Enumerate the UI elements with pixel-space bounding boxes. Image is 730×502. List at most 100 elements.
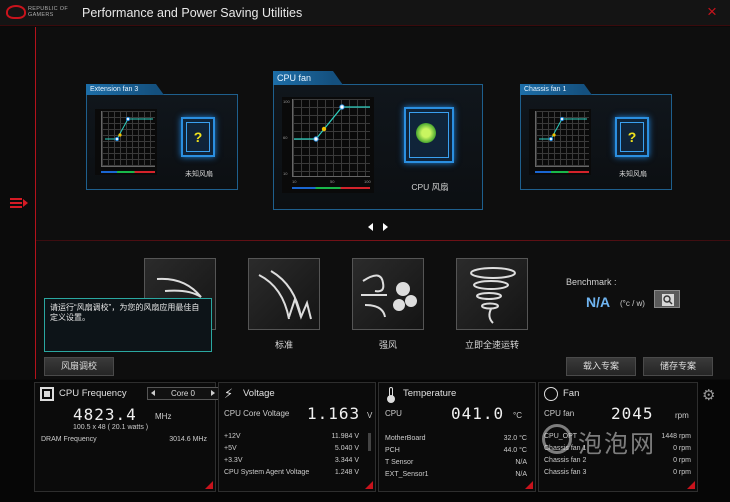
fan-name-label: CPU 风扇	[411, 182, 449, 192]
x-tick: 100	[364, 179, 371, 184]
lightning-icon: ⚡	[224, 386, 234, 401]
fan-card-cpu[interactable]: CPU fan 100 60 10 10 50 100 CPU 风扇	[273, 71, 483, 210]
fan-card-tab: Chassis fan 1	[520, 84, 593, 95]
next-arrow-icon[interactable]	[383, 223, 388, 231]
voltage-row-value: 3.344 V	[334, 457, 359, 464]
benchmark-label: Benchmark :	[566, 277, 617, 287]
temp-row-label: EXT_Sensor1	[385, 471, 429, 478]
expand-corner-icon[interactable]	[205, 481, 213, 489]
fan-row-value: 0 rpm	[673, 469, 691, 476]
mode-full-speed-label: 立即全速运转	[464, 340, 519, 350]
x-tick: 50	[330, 179, 335, 184]
temp-row-value: N/A	[515, 459, 527, 466]
core-select[interactable]: Core 0	[147, 387, 219, 400]
fan-curve-graph: 100 60 10 10 50 100	[282, 97, 374, 193]
fan-carousel-nav	[365, 222, 393, 232]
fan-card-extension-3[interactable]: Extension fan 3 ? 未知风扇	[86, 84, 238, 190]
wind-turbo-icon	[361, 274, 417, 318]
benchmark-button[interactable]	[654, 290, 680, 308]
tornado-icon	[470, 267, 516, 324]
save-profile-button[interactable]: 储存专案	[643, 357, 713, 376]
load-profile-button[interactable]: 载入专案	[566, 357, 636, 376]
cpu-core-voltage-label: CPU Core Voltage	[224, 409, 290, 418]
cpu-temp-unit: °C	[513, 411, 522, 420]
expand-corner-icon[interactable]	[687, 481, 695, 489]
prev-arrow-icon[interactable]	[368, 223, 373, 231]
voltage-row-label: +12V	[224, 433, 241, 440]
cpu-fan-label: CPU fan	[544, 409, 575, 418]
benchmark-value: N/A	[586, 294, 611, 310]
mode-turbo-button[interactable]	[352, 258, 424, 330]
cpu-temp-value: 041.0	[451, 404, 505, 423]
fan-card-tab: CPU fan	[273, 71, 344, 85]
logo-text: REPUBLIC OF GAMERS	[28, 6, 68, 18]
voltage-row-label: +5V	[224, 445, 237, 452]
cpu-fan-icon	[404, 107, 454, 163]
cpu-frequency-panel[interactable]: CPU Frequency Core 0 4823.4 MHz 100.5 x …	[34, 382, 219, 492]
cpu-core-voltage-value: 1.163	[307, 404, 361, 423]
temperature-title: Temperature	[403, 388, 457, 399]
mode-full-speed-button[interactable]	[456, 258, 528, 330]
voltage-panel[interactable]: ⚡ Voltage CPU Core Voltage 1.163 V +12V …	[218, 382, 376, 492]
temp-row-value: 44.0 °C	[503, 447, 527, 454]
fan-curve-graph	[529, 109, 591, 175]
fan-rotor-icon	[416, 123, 436, 143]
expand-corner-icon[interactable]	[525, 481, 533, 489]
benchmark-unit: (°c / w)	[620, 299, 645, 308]
temp-row-label: T Sensor	[385, 459, 414, 466]
cpu-core-voltage-unit: V	[367, 411, 373, 420]
rog-eye-icon	[6, 5, 26, 19]
x-tick: 10	[292, 179, 297, 184]
fan-curve-line	[539, 116, 587, 142]
cpu-frequency-title: CPU Frequency	[59, 388, 127, 399]
fan-card-chassis-1[interactable]: Chassis fan 1 ? 未知风扇	[520, 84, 672, 190]
dram-frequency-label: DRAM Frequency	[41, 436, 97, 443]
wind-standard-icon	[258, 270, 312, 320]
cpu-fan-speed-value: 2045	[611, 404, 654, 423]
dram-frequency-value: 3014.6 MHz	[169, 436, 207, 443]
section-divider	[36, 240, 730, 241]
core-select-value: Core 0	[170, 389, 195, 398]
fan-curve-line	[105, 116, 153, 142]
voltage-row-label: +3.3V	[224, 457, 243, 464]
core-prev-icon[interactable]	[151, 390, 155, 396]
fan-row-value: 0 rpm	[673, 457, 691, 464]
mode-turbo-label: 强风	[378, 340, 397, 350]
fan-row-value: 1448 rpm	[661, 433, 691, 440]
fan-name-label: 未知风扇	[185, 171, 213, 178]
mode-standard-button[interactable]	[248, 258, 320, 330]
fan-icon	[544, 387, 558, 401]
fan-card-tab: Extension fan 3	[86, 84, 165, 95]
rog-logo: REPUBLIC OF GAMERS	[6, 3, 68, 23]
thermometer-icon	[384, 387, 398, 403]
cpu-frequency-unit: MHz	[155, 412, 172, 421]
voltage-row-label: CPU System Agent Voltage	[224, 469, 310, 476]
voltage-row-value: 5.040 V	[334, 445, 359, 452]
close-button[interactable]: ×	[704, 3, 720, 20]
core-next-icon[interactable]	[211, 390, 215, 396]
fan-row-value: 0 rpm	[673, 445, 691, 452]
voltage-row-value: 11.984 V	[331, 433, 359, 440]
temp-row-value: 32.0 °C	[503, 435, 527, 442]
fan-row-label: Chassis fan 3	[544, 469, 587, 476]
menu-icon[interactable]	[10, 196, 28, 212]
title-bar: REPUBLIC OF GAMERS Performance and Power…	[0, 0, 730, 26]
cpu-temp-label: CPU	[385, 409, 402, 418]
temp-row-value: N/A	[515, 471, 527, 478]
window-title: Performance and Power Saving Utilities	[82, 6, 303, 20]
mode-standard-label: 标准	[274, 340, 293, 350]
temp-row-label: PCH	[385, 447, 400, 454]
menu-arrow-icon	[23, 199, 28, 207]
cpu-frequency-value: 4823.4	[73, 405, 137, 424]
temperature-panel[interactable]: Temperature CPU 041.0 °C MotherBoard 32.…	[378, 382, 536, 492]
unknown-fan-icon: ?	[181, 117, 215, 157]
expand-corner-icon[interactable]	[365, 481, 373, 489]
voltage-scrollbar[interactable]	[368, 433, 371, 451]
fan-tune-button[interactable]: 风扇调校	[44, 357, 114, 376]
cpu-fan-speed-unit: rpm	[675, 411, 689, 420]
cpu-multiplier-detail: 100.5 x 48 ( 20.1 watts )	[73, 424, 149, 431]
unknown-fan-icon: ?	[615, 117, 649, 157]
cpu-chip-icon	[40, 387, 54, 401]
settings-gear-icon[interactable]: ⚙	[702, 388, 718, 404]
watermark-text: 泡泡网	[578, 431, 656, 458]
